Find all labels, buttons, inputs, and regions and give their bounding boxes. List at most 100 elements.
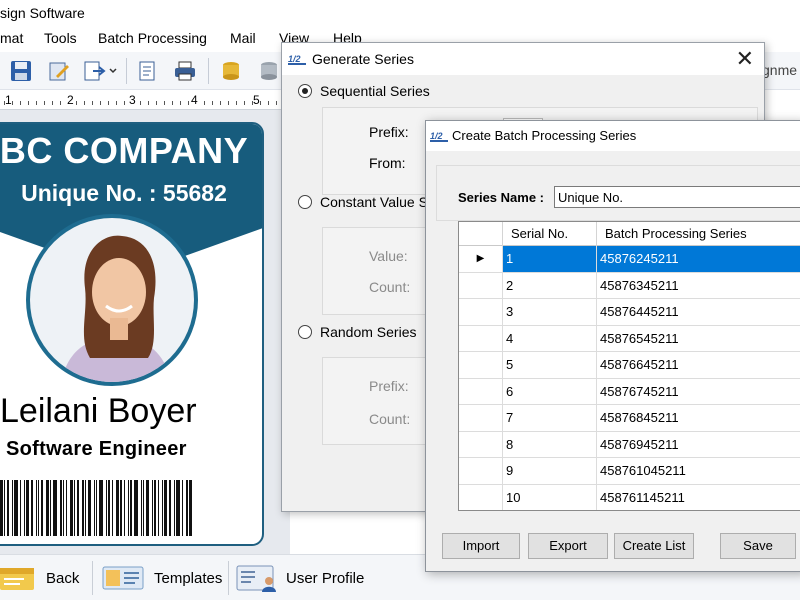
serial-no-cell[interactable]: 4 [503,325,597,351]
id-card[interactable]: BC COMPANY Unique No. : 55682 Leilani Bo… [0,122,264,546]
batch-series-cell[interactable]: 458761145211 [597,485,800,511]
table-row[interactable]: 6 45876745211 [459,378,800,405]
batch-series-cell[interactable]: 45876745211 [597,379,800,405]
batch-series-cell[interactable]: 45876645211 [597,352,800,378]
table-row[interactable]: ▶ 1 45876245211 [459,246,800,273]
serial-no-cell[interactable]: 5 [503,352,597,378]
batch-series-cell[interactable]: 45876845211 [597,405,800,431]
sequential-from-label: From: [369,155,406,171]
ruler-tick [228,101,229,105]
ruler-tick [164,101,165,105]
series-name-input[interactable] [554,186,800,208]
table-row[interactable]: 5 45876645211 [459,352,800,379]
save-button[interactable]: Save [720,533,796,559]
col-batch-series[interactable]: Batch Processing Series [597,222,800,246]
user-profile-button[interactable]: User Profile [236,563,364,593]
random-series-radio[interactable]: Random Series [298,324,417,340]
row-header-cell[interactable] [459,458,503,484]
barcode-bar [112,480,113,536]
serial-no-cell[interactable]: 6 [503,378,597,404]
table-row[interactable]: 4 45876545211 [459,325,800,352]
serial-no-cell[interactable]: 10 [503,484,597,510]
database-icon[interactable] [218,58,244,84]
toolbar-separator [126,58,127,84]
import-button[interactable]: Import [442,533,520,559]
batch-series-cell[interactable]: 45876945211 [597,432,800,458]
barcode-bar [50,480,51,536]
batch-series-cell[interactable]: 45876245211 [597,246,800,272]
batch-series-cell[interactable]: 458761045211 [597,458,800,484]
export-icon[interactable] [82,58,118,84]
menu-tools[interactable]: Tools [44,26,77,50]
generate-series-title-bar: 1/2 Generate Series ✕ [282,43,764,75]
barcode-bar [70,480,73,536]
serial-no-cell[interactable]: 9 [503,458,597,484]
ruler-tick [140,101,141,105]
barcode-bar [174,480,175,536]
barcode-bar [41,480,43,536]
menu-batch-processing[interactable]: Batch Processing [98,26,207,50]
row-header-cell[interactable] [459,299,503,325]
barcode-bar [96,480,97,536]
barcode-bar [46,480,49,536]
sequential-series-radio[interactable]: Sequential Series [298,83,430,99]
edit-icon[interactable] [46,58,72,84]
random-series-label: Random Series [320,324,417,340]
row-header-cell[interactable] [459,325,503,351]
table-row[interactable]: 9 458761045211 [459,458,800,485]
row-header-cell[interactable] [459,352,503,378]
batch-series-dialog: 1/2 Create Batch Processing Series Serie… [425,120,800,572]
sequential-series-label: Sequential Series [320,83,430,99]
ruler-tick [36,101,37,105]
serial-no-cell[interactable]: 3 [503,299,597,325]
save-icon[interactable] [8,58,34,84]
batch-series-cell[interactable]: 45876445211 [597,299,800,325]
table-row[interactable]: 2 45876345211 [459,272,800,299]
export-button[interactable]: Export [528,533,608,559]
barcode-bar [26,480,29,536]
barcode-bar [134,480,138,536]
batch-series-cell[interactable]: 45876545211 [597,326,800,352]
row-header-cell[interactable] [459,405,503,431]
ruler-number: 2 [67,93,74,107]
barcode-bar [53,480,57,536]
table-row[interactable]: 7 45876845211 [459,405,800,432]
serial-no-cell[interactable]: 1 [503,246,597,272]
row-header-cell[interactable] [459,484,503,510]
row-header-cell[interactable] [459,272,503,298]
row-header-cell[interactable]: ▶ [459,246,503,272]
back-button[interactable]: Back [0,563,79,593]
database-icon[interactable] [256,58,282,84]
constant-value-series-radio[interactable]: Constant Value Se [298,194,436,210]
batch-series-grid[interactable]: Serial No. Batch Processing Series ▶ 1 458… [458,221,800,511]
templates-button[interactable]: Templates [102,563,222,593]
page-icon[interactable] [134,58,160,84]
serial-no-cell[interactable]: 7 [503,405,597,431]
serial-no-cell[interactable]: 2 [503,272,597,298]
batch-series-cell[interactable]: 45876345211 [597,273,800,299]
menu-mail[interactable]: Mail [230,26,256,50]
barcode-bar [77,480,79,536]
barcode-bar [182,480,183,536]
barcode-bar [14,480,18,536]
random-count-label: Count: [369,411,411,427]
table-row[interactable]: 10 458761145211 [459,484,800,511]
row-header-cell[interactable] [459,431,503,457]
barcode-bar [66,480,67,536]
barcode-bar [169,480,171,536]
table-row[interactable]: 8 45876945211 [459,431,800,458]
series-app-icon: 1/2 [288,54,306,65]
ruler-tick [12,101,13,105]
print-icon[interactable] [172,58,198,84]
serial-no-cell[interactable]: 8 [503,431,597,457]
constant-value-label: Value: [369,248,408,264]
menu-format[interactable]: mat [0,26,23,50]
create-list-button[interactable]: Create List [614,533,694,559]
barcode-bar [38,480,39,536]
table-row[interactable]: 3 45876445211 [459,299,800,326]
close-icon[interactable]: ✕ [736,45,754,73]
ruler-tick [108,101,109,105]
barcode-bar [124,480,125,536]
row-header-cell[interactable] [459,378,503,404]
col-serial-no[interactable]: Serial No. [503,222,597,246]
